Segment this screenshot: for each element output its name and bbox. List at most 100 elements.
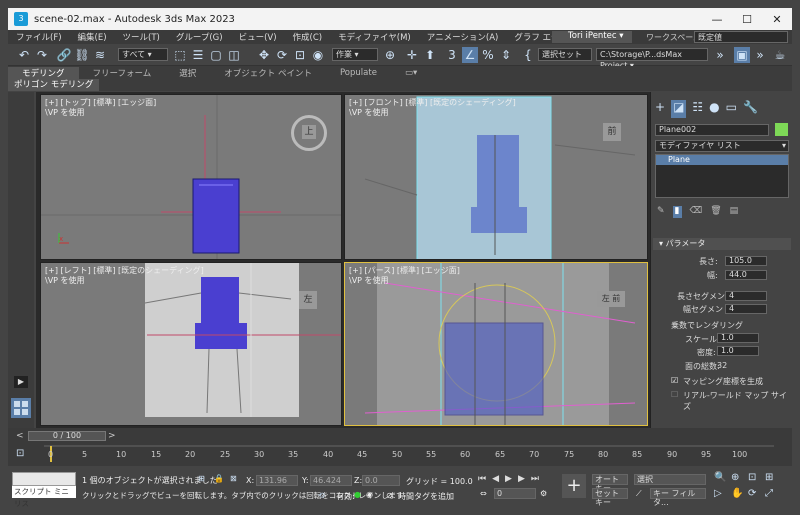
set-key-button[interactable]: セット キー xyxy=(592,488,628,507)
minimize-button[interactable]: — xyxy=(702,13,732,26)
toolbar-more2-icon[interactable]: » xyxy=(752,47,768,63)
time-slider[interactable]: 0 / 100 xyxy=(28,431,106,441)
pin-stack-icon[interactable]: ✎ xyxy=(657,206,665,218)
key-mode-icon[interactable]: ⇔ xyxy=(480,489,487,498)
zoom-extents-all-icon[interactable]: ⊞ xyxy=(765,472,781,487)
auto-key-button[interactable]: オート キー xyxy=(592,474,628,493)
adaptive-degradation-icon[interactable]: ⟲ xyxy=(318,491,325,500)
redo-icon[interactable]: ↷ xyxy=(34,47,50,63)
workspace-dropdown[interactable]: 既定値 xyxy=(694,31,788,43)
time-slider-next-icon[interactable]: > xyxy=(108,431,116,441)
rectangular-selection-icon[interactable]: ▢ xyxy=(208,47,224,63)
link-icon[interactable]: 🔗 xyxy=(56,47,72,63)
key-tangent-icon[interactable]: ⟋ xyxy=(636,489,642,499)
object-color-swatch[interactable] xyxy=(775,123,788,136)
maxscript-mini-listener[interactable]: スクリプト ミニ リス xyxy=(12,486,76,508)
scale-icon[interactable]: ⊡ xyxy=(292,47,308,63)
hierarchy-tab-icon[interactable]: ☷ xyxy=(692,100,703,118)
select-by-name-icon[interactable]: ☰ xyxy=(190,47,206,63)
width-spinner[interactable]: 44.0 xyxy=(725,270,767,280)
select-object-icon[interactable]: ⬚ xyxy=(172,47,188,63)
stack-item[interactable]: Plane xyxy=(656,155,788,165)
tab-populate[interactable]: Populate xyxy=(326,68,391,78)
length-spinner[interactable]: 105.0 xyxy=(725,256,767,266)
menu-group[interactable]: グループ(G) xyxy=(168,31,231,43)
pivot-center-icon[interactable]: ⊕ xyxy=(382,47,398,63)
tab-object-paint[interactable]: オブジェクト ペイント xyxy=(210,67,326,79)
menu-tools[interactable]: ツール(T) xyxy=(115,31,168,43)
menu-edit[interactable]: 編集(E) xyxy=(70,31,115,43)
show-end-result-icon[interactable]: ▮ xyxy=(672,206,682,218)
make-unique-icon[interactable]: ⌫ xyxy=(690,206,703,218)
angle-snap-icon[interactable]: ∠ xyxy=(462,47,478,63)
key-filters-button[interactable]: キー フィルタ... xyxy=(650,488,706,507)
time-config-icon[interactable]: ◉ xyxy=(366,490,373,499)
add-time-tag-icon[interactable]: ⊘ xyxy=(386,491,393,500)
menu-modifiers[interactable]: モディファイヤ(M) xyxy=(330,31,419,43)
menu-animation[interactable]: アニメーション(A) xyxy=(419,31,507,43)
zoom-icon[interactable]: 🔍 xyxy=(714,472,730,487)
width-segs-spinner[interactable]: 4 xyxy=(725,304,767,314)
zoom-all-icon[interactable]: ⊕ xyxy=(731,472,747,487)
undo-icon[interactable]: ↶ xyxy=(16,47,32,63)
y-coordinate-field[interactable]: 46.424 xyxy=(310,475,352,486)
expand-icon[interactable]: ▶ xyxy=(14,376,28,388)
time-config-icon[interactable]: ⚙ xyxy=(540,489,547,498)
rotate-icon[interactable]: ⟳ xyxy=(274,47,290,63)
keyboard-shortcut-icon[interactable]: ⬆ xyxy=(422,47,438,63)
viewport-perspective[interactable]: [+] [パース] [標準] [エッジ面] \VP を使用 左 前 xyxy=(344,262,648,426)
move-icon[interactable]: ✥ xyxy=(256,47,272,63)
time-ruler[interactable]: 0 5 10 15 20 25 30 35 40 45 50 55 60 65 … xyxy=(44,444,774,464)
snaps-toggle-icon[interactable]: 3 xyxy=(444,47,460,63)
tab-modeling[interactable]: モデリング xyxy=(8,66,79,79)
absolute-mode-icon[interactable]: ⊠ xyxy=(230,474,237,483)
display-tab-icon[interactable]: ▭ xyxy=(726,100,737,118)
time-slider-prev-icon[interactable]: < xyxy=(16,431,24,441)
current-frame-field[interactable]: 0 xyxy=(494,488,536,499)
toolbar-more-icon[interactable]: » xyxy=(712,47,728,63)
pan-icon[interactable]: ✋ xyxy=(731,488,747,503)
bind-space-warp-icon[interactable]: ≋ xyxy=(92,47,108,63)
modify-tab-icon[interactable]: ◪ xyxy=(671,100,687,118)
project-path-dropdown[interactable]: C:\Storage\P...dsMax Project ▾ xyxy=(596,48,708,70)
go-to-end-icon[interactable]: ⏭ xyxy=(531,474,539,486)
maxscript-listener-input[interactable] xyxy=(12,472,76,486)
edit-named-selection-icon[interactable]: { xyxy=(520,47,536,63)
motion-tab-icon[interactable]: ● xyxy=(709,100,719,118)
render-icon[interactable]: ☕ xyxy=(772,47,788,63)
zoom-extents-icon[interactable]: ⊡ xyxy=(748,472,764,487)
viewport-top[interactable]: x [+] [トップ] [標準] [エッジ面] \VP を使用 上 xyxy=(40,94,342,260)
tab-selection[interactable]: 選択 xyxy=(165,67,210,79)
length-segs-spinner[interactable]: 4 xyxy=(725,291,767,301)
x-coordinate-field[interactable]: 131.96 xyxy=(256,475,298,486)
viewport-front[interactable]: [+] [フロント] [標準] [既定のシェーディング] \VP を使用 前 xyxy=(344,94,648,260)
create-tab-icon[interactable]: + xyxy=(655,100,665,118)
maximize-viewport-icon[interactable]: ⤢ xyxy=(765,488,781,503)
selection-filter-dropdown[interactable]: すべて ▾ xyxy=(118,48,168,61)
reference-coord-dropdown[interactable]: 作業 ▾ xyxy=(332,48,378,61)
ribbon-options-icon[interactable]: ▭▾ xyxy=(391,68,431,78)
menu-file[interactable]: ファイル(F) xyxy=(8,31,70,43)
track-bar-icon[interactable]: ⊡ xyxy=(16,448,24,459)
set-key-icon[interactable]: + xyxy=(562,474,586,498)
gen-mapping-checkbox[interactable]: ☑ xyxy=(671,376,678,385)
viewport-layout-icon[interactable] xyxy=(11,398,31,418)
close-button[interactable]: ✕ xyxy=(762,13,792,26)
spinner-snap-icon[interactable]: ⇕ xyxy=(498,47,514,63)
user-account-dropdown[interactable]: Tori iPentec ▾ xyxy=(552,31,632,43)
tab-polygon-modeling[interactable]: ポリゴン モデリング xyxy=(8,79,100,91)
modifier-list-dropdown[interactable]: モディファイヤ リスト ▾ xyxy=(655,140,789,152)
key-selection-dropdown[interactable]: 選択 xyxy=(634,474,706,485)
window-crossing-icon[interactable]: ◫ xyxy=(226,47,242,63)
field-of-view-icon[interactable]: ▷ xyxy=(714,488,730,503)
next-frame-icon[interactable]: ▶ xyxy=(518,474,525,486)
scale-spinner[interactable]: 1.0 xyxy=(717,333,759,343)
add-time-tag-label[interactable]: 時間タグを追加 xyxy=(398,491,454,502)
tab-freeform[interactable]: フリーフォーム xyxy=(79,67,166,79)
parameters-rollout-header[interactable]: ▾ パラメータ xyxy=(653,238,791,250)
unlink-icon[interactable]: ⛓ xyxy=(74,47,90,63)
density-spinner[interactable]: 1.0 xyxy=(717,346,759,356)
percent-snap-icon[interactable]: % xyxy=(480,47,496,63)
isolate-selection-icon[interactable]: ⊞ xyxy=(198,474,205,483)
configure-sets-icon[interactable]: ▤ xyxy=(730,206,739,218)
